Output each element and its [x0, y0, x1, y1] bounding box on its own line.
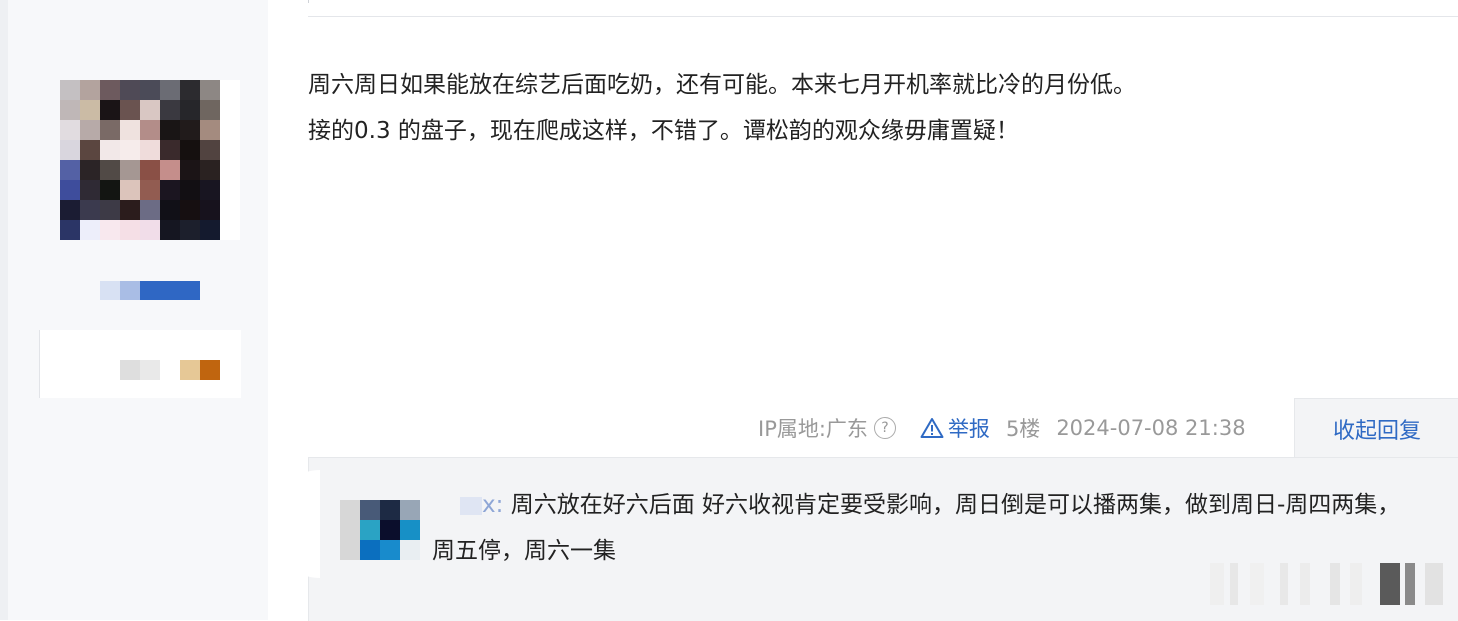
badge-pixel	[120, 360, 140, 380]
avatar-pixelated-image	[60, 80, 220, 240]
decorative-watermark	[1200, 563, 1458, 605]
warning-triangle-icon	[920, 418, 944, 438]
report-label: 举报	[947, 417, 990, 441]
username-pixel	[100, 281, 120, 300]
page-left-border	[0, 0, 8, 620]
author-username[interactable]	[100, 281, 200, 300]
post-timestamp: 2024-07-08 21:38	[1056, 416, 1246, 440]
username-pixel	[120, 281, 140, 300]
post-top-divider	[308, 16, 1458, 17]
collapse-replies-button[interactable]: 收起回复	[1294, 398, 1458, 459]
reply-panel-notch	[270, 470, 320, 578]
author-level-badge	[39, 330, 241, 398]
floor-number: 5楼	[1005, 417, 1041, 441]
post-content: 周六周日如果能放在综艺后面吃奶，还有可能。本来七月开机率就比冷的月份低。 接的0…	[308, 62, 1438, 154]
reply-content: x: 周六放在好六后面 好六收视肯定要受影响，周日倒是可以播两集，做到周日-周四…	[432, 482, 1422, 574]
author-avatar[interactable]	[60, 80, 240, 240]
username-pixel	[140, 281, 200, 300]
post-content-line: 周六周日如果能放在综艺后面吃奶，还有可能。本来七月开机率就比冷的月份低。	[308, 72, 1136, 98]
divider-stub	[308, 0, 309, 3]
question-circle-icon[interactable]: ?	[873, 417, 896, 439]
report-link[interactable]: 举报	[920, 413, 990, 443]
badge-pixel	[140, 360, 160, 380]
reply-username-suffix: x:	[482, 492, 504, 518]
reply-text: 周六放在好六后面 好六收视肯定要受影响，周日倒是可以播两集，做到周日-周四两集，…	[432, 492, 1401, 564]
badge-pixel	[200, 360, 220, 380]
reply-username-pixel	[460, 496, 482, 515]
post-content-line: 接的0.3 的盘子，现在爬成这样，不错了。谭松韵的观众缘毋庸置疑！	[308, 118, 1019, 144]
reply-username[interactable]: x:	[432, 482, 503, 528]
reply-avatar[interactable]	[340, 500, 420, 560]
badge-pixel	[180, 360, 200, 380]
post-meta-bar: IP属地:广东 ? 举报 5楼 2024-07-08 21:38	[758, 410, 1246, 446]
ip-location: IP属地:广东	[758, 417, 868, 441]
